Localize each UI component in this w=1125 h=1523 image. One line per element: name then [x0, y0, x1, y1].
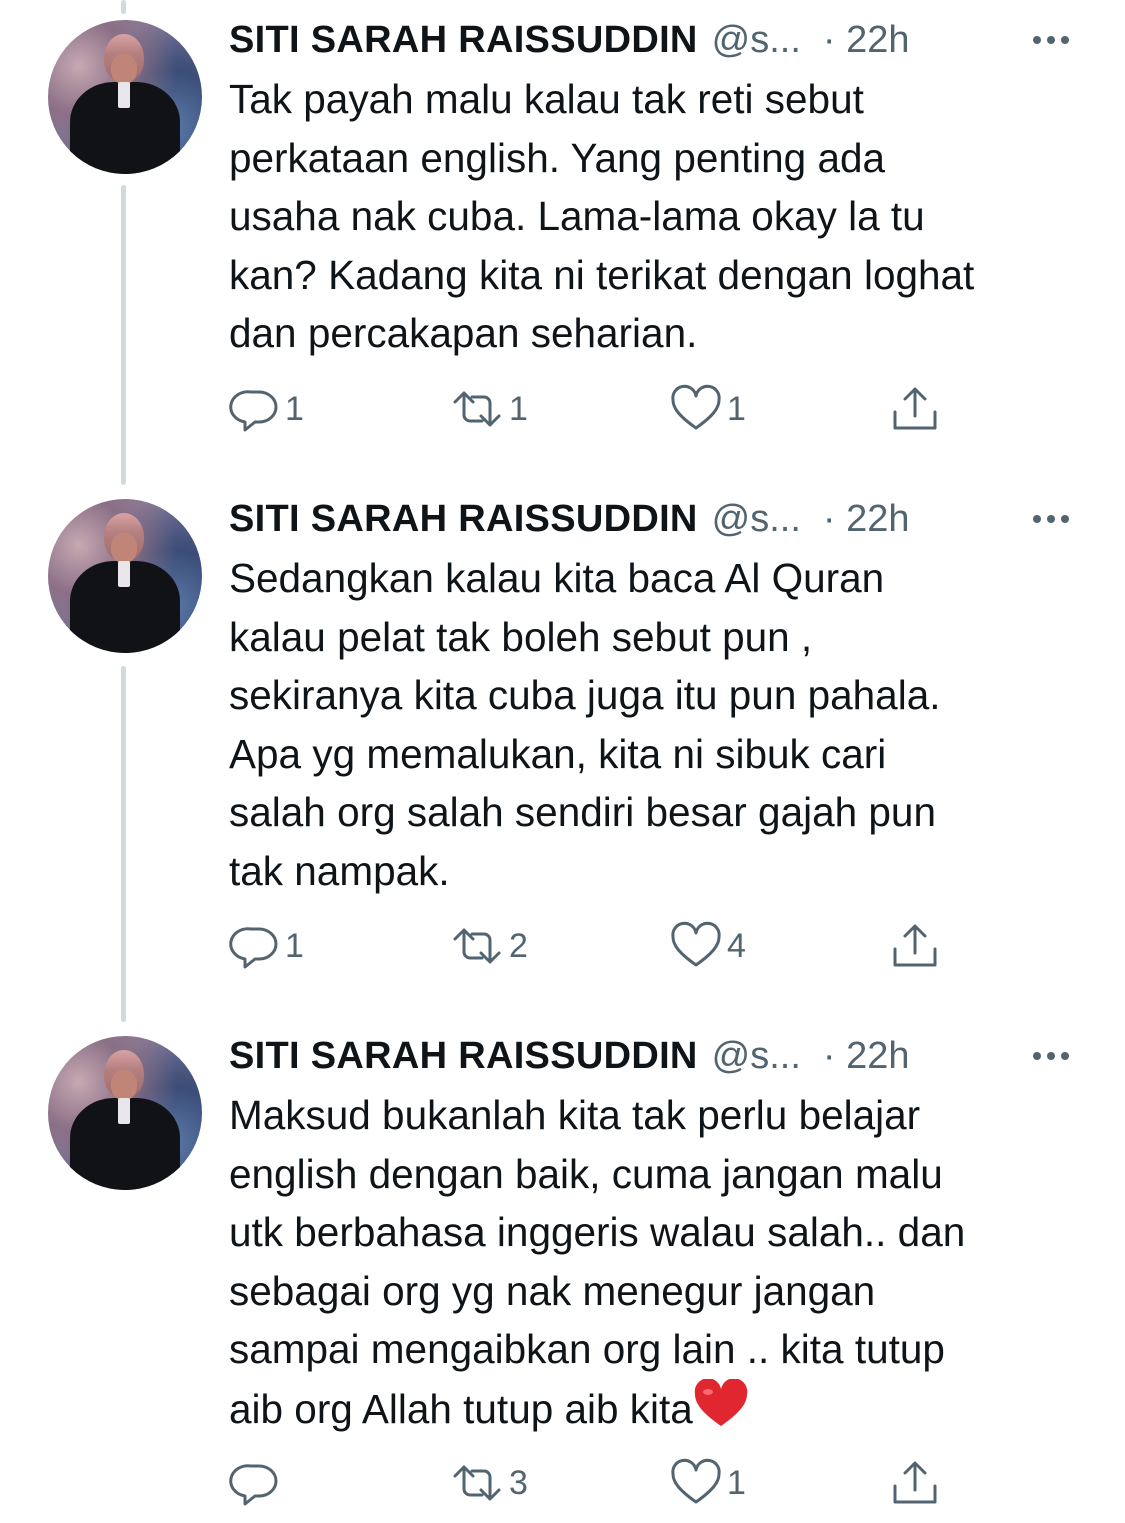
- timestamp[interactable]: · 22h: [823, 19, 910, 62]
- display-name[interactable]: SITI SARAH RAISSUDDIN: [229, 498, 698, 541]
- share-icon: [893, 1461, 937, 1504]
- reply-icon: [229, 1464, 278, 1506]
- display-name[interactable]: SITI SARAH RAISSUDDIN: [229, 1035, 698, 1078]
- user-handle[interactable]: @s...: [712, 19, 801, 62]
- timestamp[interactable]: · 22h: [823, 498, 910, 541]
- tweet-text: Tak payah malu kalau tak reti sebut perk…: [229, 76, 975, 356]
- tweet-text-body: Maksud bukanlah kita tak perlu belajar e…: [229, 1092, 966, 1432]
- reply-count: 1: [285, 389, 304, 428]
- thread-line: [121, 0, 126, 14]
- retweet-icon: [453, 928, 501, 964]
- more-icon[interactable]: [1033, 36, 1069, 44]
- reply-button[interactable]: 1: [229, 921, 304, 971]
- retweet-button[interactable]: 3: [449, 1458, 528, 1508]
- reply-button[interactable]: [229, 1458, 285, 1508]
- like-button[interactable]: 4: [669, 921, 746, 971]
- tweet-actions: 1 2 4: [229, 921, 969, 971]
- avatar[interactable]: [48, 499, 202, 653]
- like-count: 1: [727, 1463, 746, 1502]
- reply-count: 1: [285, 926, 304, 965]
- heart-icon: [671, 1458, 721, 1504]
- like-count: 1: [727, 389, 746, 428]
- more-icon[interactable]: [1033, 1052, 1069, 1060]
- tweet-header: SITI SARAH RAISSUDDIN @s... · 22h: [229, 1030, 1089, 1082]
- red-heart-emoji: [693, 1377, 749, 1445]
- retweet-icon: [453, 1465, 501, 1501]
- share-button[interactable]: [889, 384, 941, 434]
- heart-icon: [671, 384, 721, 430]
- tweet-text: Sedangkan kalau kita baca Al Quran kalau…: [229, 555, 941, 894]
- tweet[interactable]: SITI SARAH RAISSUDDIN @s... · 22h Sedang…: [0, 493, 1125, 1013]
- share-icon: [893, 387, 937, 430]
- like-button[interactable]: 1: [669, 384, 746, 434]
- reply-button[interactable]: 1: [229, 384, 304, 434]
- share-button[interactable]: [889, 921, 941, 971]
- tweet-actions: 1 1 1: [229, 384, 969, 434]
- reply-icon: [229, 927, 278, 969]
- retweet-button[interactable]: 1: [449, 384, 528, 434]
- retweet-count: 2: [509, 926, 528, 965]
- user-handle[interactable]: @s...: [712, 498, 801, 541]
- heart-icon: [671, 921, 721, 967]
- retweet-count: 1: [509, 389, 528, 428]
- like-button[interactable]: 1: [669, 1458, 746, 1508]
- tweet-header: SITI SARAH RAISSUDDIN @s... · 22h: [229, 493, 1089, 545]
- retweet-button[interactable]: 2: [449, 921, 528, 971]
- tweet-actions: 3 1: [229, 1458, 969, 1508]
- timestamp[interactable]: · 22h: [823, 1035, 910, 1078]
- display-name[interactable]: SITI SARAH RAISSUDDIN: [229, 19, 698, 62]
- tweet[interactable]: SITI SARAH RAISSUDDIN @s... · 22h Tak pa…: [0, 14, 1125, 474]
- more-icon[interactable]: [1033, 515, 1069, 523]
- tweet-header: SITI SARAH RAISSUDDIN @s... · 22h: [229, 14, 1089, 66]
- retweet-icon: [453, 391, 501, 427]
- user-handle[interactable]: @s...: [712, 1035, 801, 1078]
- avatar[interactable]: [48, 1036, 202, 1190]
- tweet-text: Maksud bukanlah kita tak perlu belajar e…: [229, 1086, 1089, 1444]
- retweet-count: 3: [509, 1463, 528, 1502]
- tweet[interactable]: SITI SARAH RAISSUDDIN @s... · 22h Maksud…: [0, 1030, 1125, 1523]
- like-count: 4: [727, 926, 746, 965]
- reply-icon: [229, 390, 278, 432]
- share-button[interactable]: [889, 1458, 941, 1508]
- share-icon: [893, 924, 937, 967]
- avatar[interactable]: [48, 20, 202, 174]
